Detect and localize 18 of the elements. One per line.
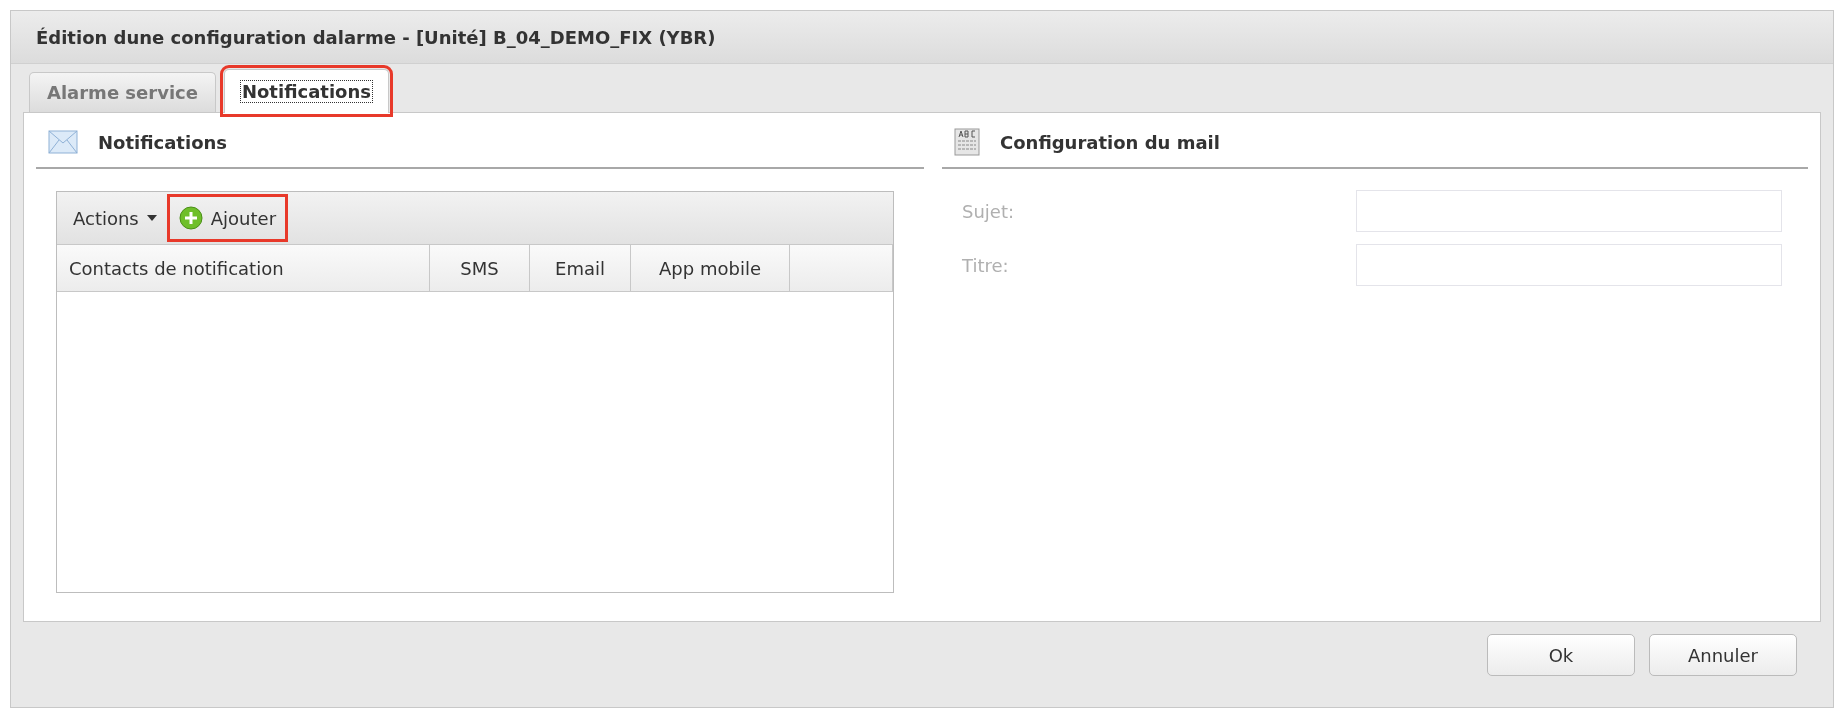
column-header[interactable]: Email [530,245,631,291]
section-title: Configuration du mail [1000,131,1220,153]
window-title: Édition dune configuration dalarme - [Unité] B_04_DEMO_FIX (YBR) [11,11,1833,64]
field-label: Titre: [962,254,1009,276]
tab[interactable]: Alarme service [29,72,216,112]
add-icon [178,206,203,230]
cancel-button[interactable]: Annuler [1649,634,1797,676]
field-label: Sujet: [962,200,1015,222]
ok-button[interactable]: Ok [1487,634,1635,676]
envelope-icon [48,130,78,154]
add-button[interactable]: Ajouter [170,198,285,238]
actions-menu-button[interactable]: Actions [65,198,165,238]
column-header[interactable]: Contacts de notification [57,245,430,291]
caret-icon [146,215,157,221]
section-title: Notifications [98,131,228,153]
column-header[interactable]: App mobile [631,245,790,291]
column-header[interactable]: SMS [430,245,530,291]
text-document-icon [954,128,980,156]
